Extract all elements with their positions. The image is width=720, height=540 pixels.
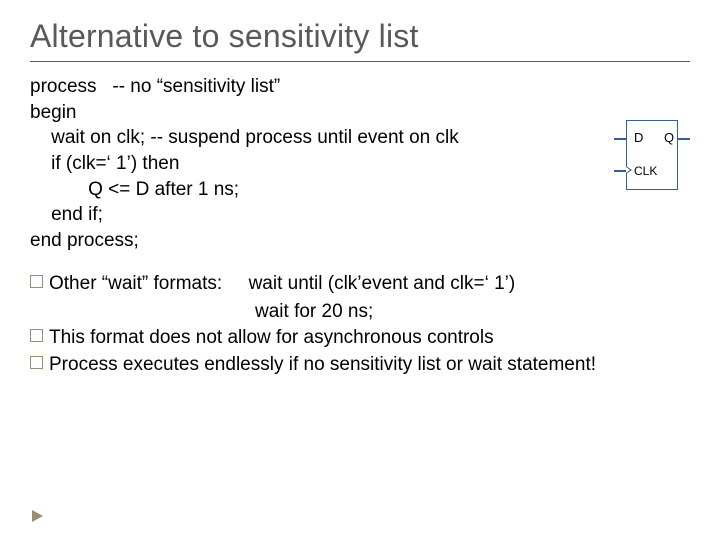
label-d: D [634,130,643,145]
code-line: end process; [30,230,139,251]
code-line: begin [30,102,77,123]
bullet-text: Process executes endlessly if no sensiti… [49,352,690,378]
code-line: process -- no “sensitivity list” [30,76,280,97]
wait-format-2: wait for 20 ns; [255,299,690,325]
list-item: Other “wait” formats: wait until (clk’ev… [30,271,690,297]
bullet-text: Other “wait” formats: wait until (clk’ev… [49,271,690,297]
square-bullet-icon [30,356,43,369]
code-line: end if; [30,204,103,225]
bullet-text: This format does not allow for asynchron… [49,325,690,351]
bullet-list: Other “wait” formats: wait until (clk’ev… [30,271,690,378]
square-bullet-icon [30,275,43,288]
wait-format-1: wait until (clk’event and clk=‘ 1’) [249,273,516,294]
slide-title: Alternative to sensitivity list [30,18,690,55]
square-bullet-icon [30,329,43,342]
list-item: This format does not allow for asynchron… [30,325,690,351]
wire-q [678,138,690,140]
code-line: wait on clk; -- suspend process until ev… [30,127,459,148]
code-block: process -- no “sensitivity list” begin w… [30,74,690,253]
wire-clk [614,170,626,172]
label-clk: CLK [634,164,657,178]
flipflop-diagram: D Q CLK [614,120,690,190]
code-line: Q <= D after 1 ns; [30,179,239,200]
code-line: if (clk=‘ 1’) then [30,153,179,174]
bullet-lead: Other “wait” formats: [49,273,222,294]
play-icon [32,510,43,522]
title-underline [30,61,690,62]
wire-d [614,138,626,140]
clock-edge-icon-inner [626,167,630,173]
label-q: Q [664,130,674,145]
list-item: Process executes endlessly if no sensiti… [30,352,690,378]
